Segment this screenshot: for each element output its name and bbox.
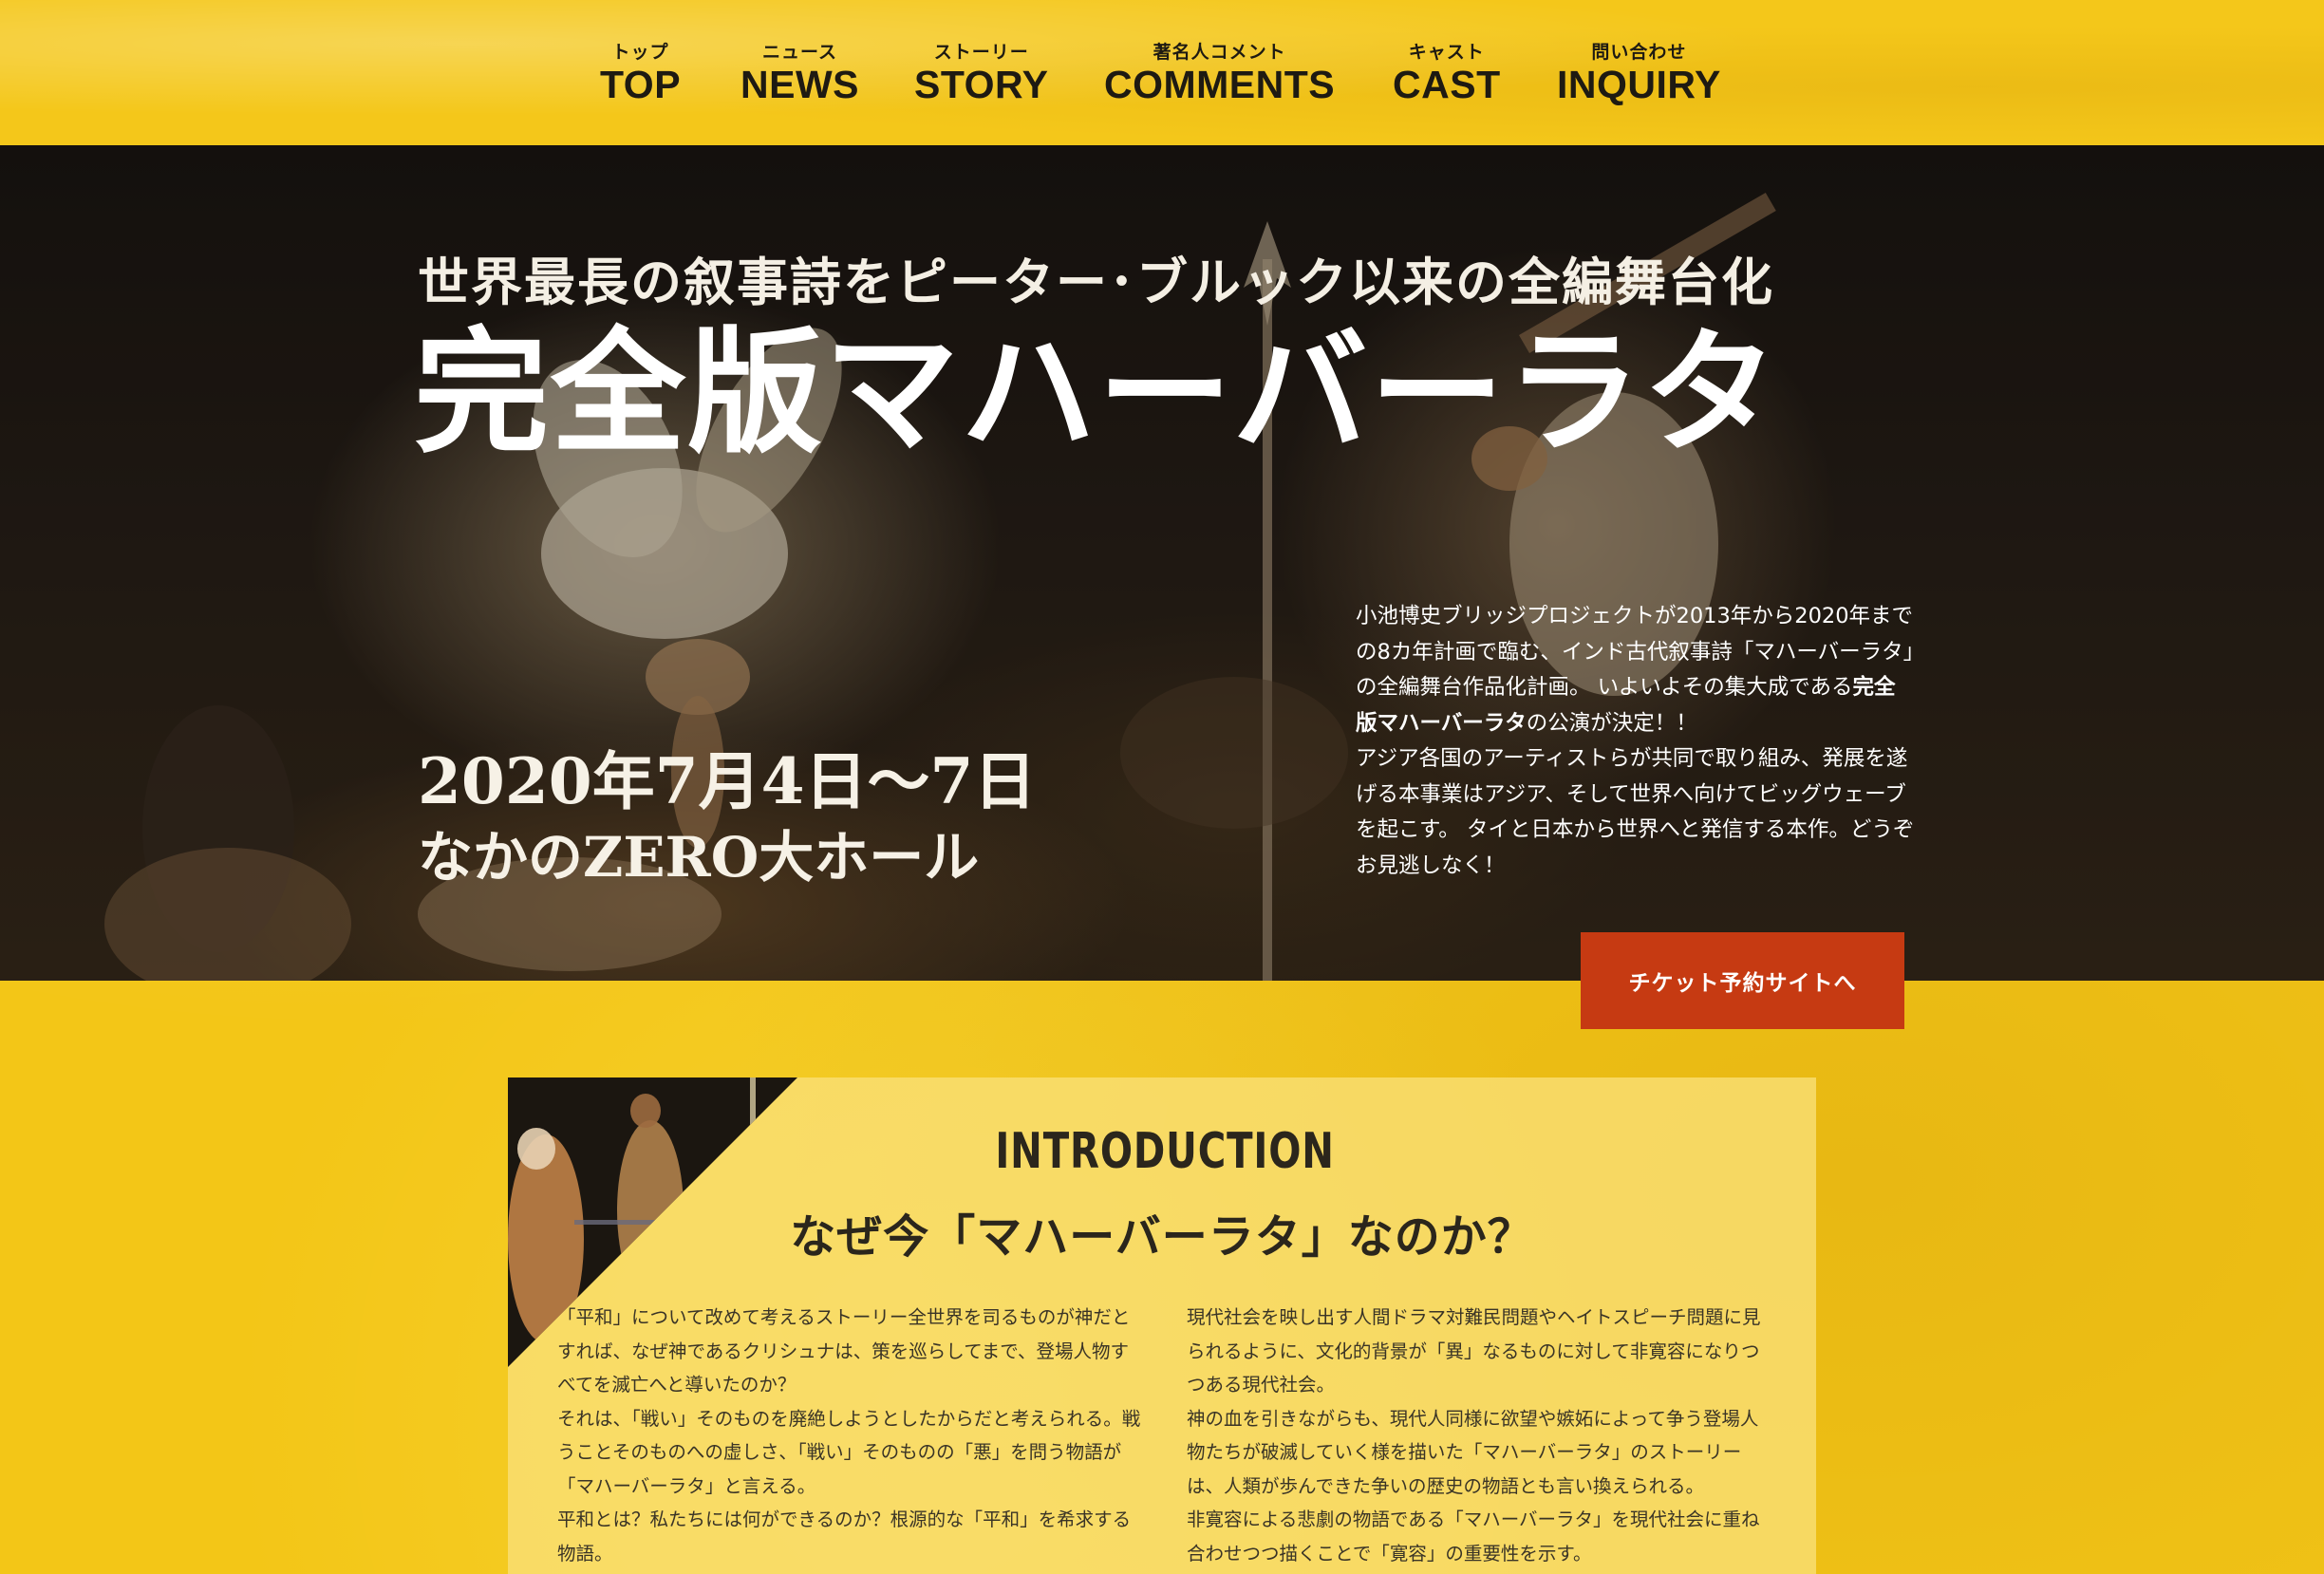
hero-description-text-1: 小池博史ブリッジプロジェクトが2013年から2020年までの8カ年計画で臨む、イ… [1356,604,1914,700]
nav-item-cast-jp-label: キャスト [1408,42,1485,63]
hero-description-text-2: の公演が決定！！ [1526,710,1697,736]
nav-item-cast-label: CAST [1393,63,1501,106]
hero-section: 世界最長の叙事詩をピーター･ブルック以来の全編舞台化 完全版マハーバーラタ 20… [0,145,2324,981]
introduction-right-paragraph: 現代社会を映し出す人間ドラマ対難民問題やヘイトスピーチ問題に見られるように、文化… [1187,1306,1761,1396]
performance-dates: 2020年7月4日～7日 [418,744,1037,818]
top-navigation: トップ TOP ニュース NEWS ストーリー STORY 著名人コメント CO… [0,0,2324,145]
hero-description-paragraph-2: アジア各国のアーティストらが共同で取り組み、発展を遂げる本事業はアジア、そして世… [1356,746,1915,878]
nav-item-story-label: STORY [914,63,1049,106]
introduction-section: INTRODUCTION なぜ今「マハーバーラタ」なのか？ 「平和」について改め… [508,1077,1816,1574]
nav-item-news-label: NEWS [740,63,859,106]
introduction-right-column: 現代社会を映し出す人間ドラマ対難民問題やヘイトスピーチ問題に見られるように、文化… [1187,1301,1775,1570]
nav-item-cast[interactable]: キャスト CAST [1393,42,1501,106]
hero-title: 完全版マハーバーラタ [414,314,1780,472]
performance-venue: なかのZERO大ホール [418,825,980,890]
introduction-left-paragraph: 平和とは？私たちには何ができるのか？根源的な「平和」を希求する物語。 [557,1508,1132,1565]
nav-item-top-label: TOP [600,63,682,106]
introduction-right-paragraph: 非寛容による悲劇の物語である「マハーバーラタ」を現代社会に重ね合わせつつ描くこと… [1187,1508,1760,1565]
nav-item-story[interactable]: ストーリー STORY [914,42,1048,106]
nav-item-inquiry[interactable]: 問い合わせ INQUIRY [1557,42,1721,106]
nav-item-news[interactable]: ニュース NEWS [740,42,859,106]
introduction-left-column: 「平和」について改めて考えるストーリー全世界を司るものが神だとすれば、なぜ神であ… [557,1301,1146,1570]
nav-item-top[interactable]: トップ TOP [600,42,681,106]
nav-item-comments-jp-label: 著名人コメント [1153,42,1286,63]
nav-item-comments[interactable]: 著名人コメント COMMENTS [1104,42,1335,106]
introduction-heading: INTRODUCTION [995,1123,1335,1180]
introduction-left-paragraph: 「平和」について改めて考えるストーリー全世界を司るものが神だとすれば、なぜ神であ… [557,1306,1131,1396]
hero-tagline: 世界最長の叙事詩をピーター･ブルック以来の全編舞台化 [418,252,1774,312]
hero-description: 小池博史ブリッジプロジェクトが2013年から2020年までの8カ年計画で臨む、イ… [1356,599,1916,884]
introduction-left-paragraph: それは、「戦い」そのものを廃絶しようとしたからだと考えられる。戦うことそのものへ… [557,1407,1141,1497]
nav-item-inquiry-jp-label: 問い合わせ [1591,42,1687,63]
nav-item-top-jp-label: トップ [611,42,669,63]
nav-item-comments-label: COMMENTS [1104,63,1336,106]
ticket-reservation-button[interactable]: チケット予約サイトへ [1581,932,1904,1029]
introduction-right-paragraph: 神の血を引きながらも、現代人同様に欲望や嫉妬によって争う登場人物たちが破滅してい… [1187,1407,1759,1497]
nav-item-news-jp-label: ニュース [761,42,838,63]
nav-item-inquiry-label: INQUIRY [1557,63,1721,106]
nav-item-story-jp-label: ストーリー [933,42,1029,63]
hero-description-paragraph-1: 小池博史ブリッジプロジェクトが2013年から2020年までの8カ年計画で臨む、イ… [1356,599,1916,741]
introduction-subheading: なぜ今「マハーバーラタ」なのか？ [790,1210,1534,1264]
